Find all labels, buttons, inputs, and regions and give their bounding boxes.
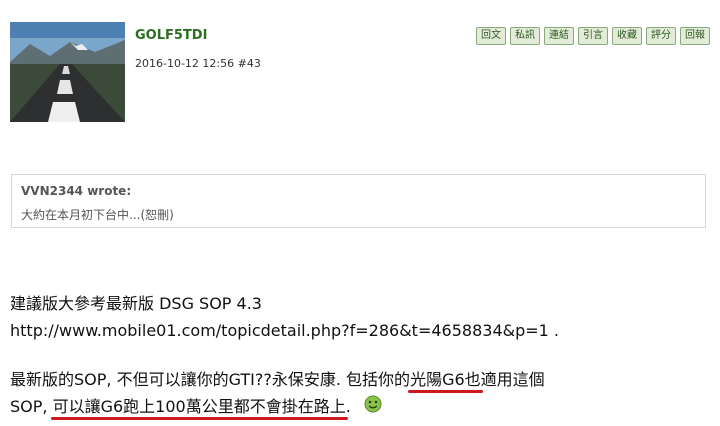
green-smiley-icon — [364, 394, 382, 421]
red-underline — [408, 390, 483, 393]
report-button[interactable]: 回報 — [680, 27, 710, 45]
underlined-text: 光陽G6也 — [408, 370, 483, 393]
underlined-text: 可以讓G6跑上100萬公里都不會掛在路上 — [50, 397, 348, 420]
post-date: 2016-10-12 12:56 — [135, 57, 235, 70]
post-text: . — [345, 397, 351, 416]
quote-button[interactable]: 引言 — [578, 27, 608, 45]
underlined-text-content: 可以讓G6跑上100萬公里都不會掛在路上 — [52, 397, 346, 416]
favorite-button[interactable]: 收藏 — [612, 27, 642, 45]
reply-button[interactable]: 回文 — [476, 27, 506, 45]
quote-author: VVN2344 wrote: — [21, 184, 132, 198]
link-button[interactable]: 連結 — [544, 27, 574, 45]
post-text: SOP, — [10, 397, 53, 416]
private-message-button[interactable]: 私訊 — [510, 27, 540, 45]
post-link[interactable]: http://www.mobile01.com/topicdetail.php?… — [10, 317, 559, 344]
red-underline — [50, 417, 348, 420]
post-text: 最新版的SOP, 不但可以讓你的GTI??永保安康. 包括你的 — [10, 370, 411, 389]
avatar[interactable] — [10, 22, 125, 122]
road-avatar-image — [10, 22, 125, 122]
quote-block: VVN2344 wrote: 大約在本月初下台中...(恕刪) — [11, 174, 706, 228]
post-body: 建議版大參考最新版 DSG SOP 4.3 http://www.mobile0… — [10, 290, 559, 421]
post-text: 適用這個 — [480, 370, 545, 389]
post-line: 最新版的SOP, 不但可以讓你的GTI??永保安康. 包括你的光陽G6也 適用這個 — [10, 366, 559, 393]
post-meta: 2016-10-12 12:56 #43 — [135, 57, 261, 70]
rate-button[interactable]: 評分 — [646, 27, 676, 45]
quote-text: 大約在本月初下台中...(恕刪) — [21, 208, 174, 222]
post-number[interactable]: #43 — [238, 57, 261, 70]
username[interactable]: GOLF5TDI — [135, 28, 207, 43]
post-actions: 回文 私訊 連結 引言 收藏 評分 回報 — [476, 27, 710, 45]
post-line: 建議版大參考最新版 DSG SOP 4.3 — [10, 294, 262, 313]
post-line: SOP, 可以讓G6跑上100萬公里都不會掛在路上. — [10, 393, 559, 421]
underlined-text-content: 光陽G6也 — [410, 370, 481, 389]
